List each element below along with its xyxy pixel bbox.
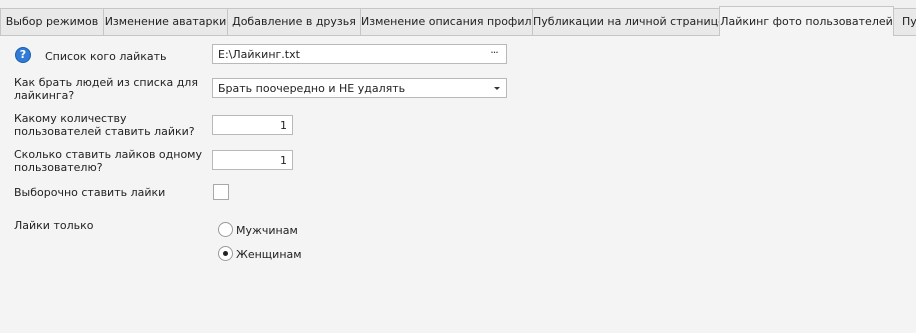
tab-avatar-change[interactable]: Изменение аватарки (103, 8, 228, 35)
radio-female[interactable] (218, 246, 233, 261)
selective-label: Выборочно ставить лайки (14, 186, 166, 199)
tab-next-partial[interactable]: Пу (893, 8, 916, 35)
gender-label: Лайки только (14, 219, 94, 232)
likes-per-user-value: 1 (280, 154, 287, 167)
mode-dropdown[interactable]: Брать поочередно и НЕ удалять (212, 78, 507, 98)
tab-mode-select[interactable]: Выбор режимов (0, 8, 104, 35)
tab-add-friends[interactable]: Добавление в друзья (227, 8, 361, 35)
radio-selected-dot (223, 251, 228, 256)
browse-button[interactable]: ··· (486, 45, 502, 63)
radio-female-label[interactable]: Женщинам (236, 248, 302, 261)
mode-dropdown-value: Брать поочередно и НЕ удалять (218, 82, 406, 95)
likes-per-user-label: Сколько ставить лайков одному пользовате… (14, 148, 202, 174)
help-icon[interactable]: ? (15, 47, 31, 63)
tab-photo-liking[interactable]: Лайкинг фото пользователей (719, 6, 894, 36)
list-label: Список кого лайкать (45, 50, 167, 63)
list-file-value: E:\Лайкинг.txt (218, 48, 300, 61)
users-count-input[interactable]: 1 (212, 115, 293, 135)
users-count-value: 1 (280, 119, 287, 132)
selective-checkbox[interactable] (213, 184, 229, 200)
tab-personal-posts[interactable]: Публикации на личной странице (532, 8, 720, 35)
users-count-label: Какому количеству пользователей ставить … (14, 112, 195, 138)
tab-bar: Выбор режимов Изменение аватарки Добавле… (0, 0, 916, 36)
list-file-field[interactable]: E:\Лайкинг.txt ··· (212, 44, 507, 64)
mode-label: Как брать людей из списка для лайкинга? (14, 76, 198, 102)
likes-per-user-input[interactable]: 1 (212, 150, 293, 170)
radio-male[interactable] (218, 222, 233, 237)
chevron-down-icon[interactable] (494, 87, 500, 90)
tab-profile-description[interactable]: Изменение описания профиля (360, 8, 533, 35)
radio-male-label[interactable]: Мужчинам (236, 224, 298, 237)
